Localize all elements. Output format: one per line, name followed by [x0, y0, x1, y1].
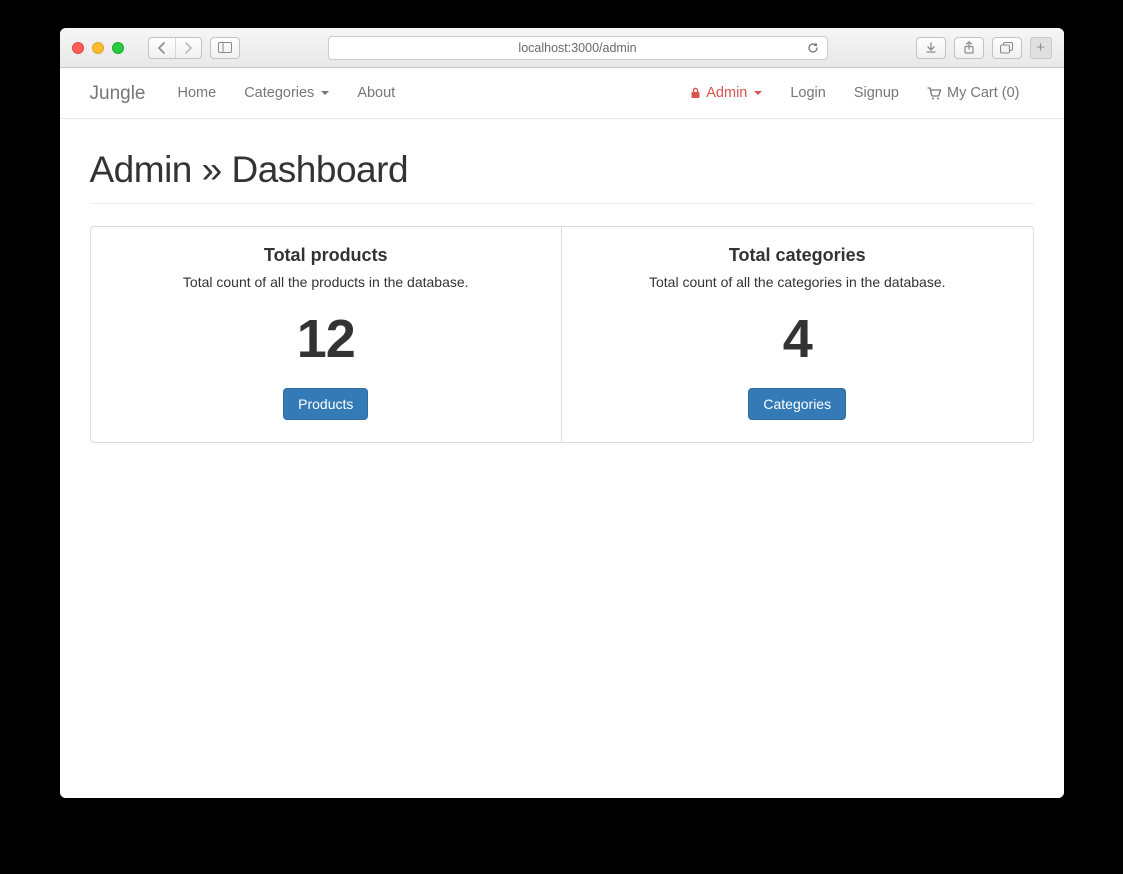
close-window-button[interactable] [72, 42, 84, 54]
back-button[interactable] [149, 38, 175, 58]
card-products-description: Total count of all the products in the d… [111, 274, 542, 290]
nav-admin-label: Admin [706, 85, 747, 101]
card-products-value: 12 [111, 308, 542, 370]
card-categories-description: Total count of all the categories in the… [582, 274, 1013, 290]
app-navbar: Jungle Home Categories About Admin [60, 68, 1064, 119]
page-content: Admin » Dashboard Total products Total c… [60, 119, 1064, 798]
nav-cart[interactable]: My Cart (0) [913, 68, 1034, 118]
nav-signup-label: Signup [854, 85, 899, 101]
nav-history-group [148, 37, 202, 59]
nav-about[interactable]: About [343, 68, 409, 118]
nav-home-label: Home [178, 85, 217, 101]
lock-icon [690, 87, 701, 99]
categories-button[interactable]: Categories [748, 388, 846, 420]
browser-window: localhost:3000/admin + Jungle Home [60, 28, 1064, 798]
brand-link[interactable]: Jungle [90, 84, 146, 103]
address-bar[interactable]: localhost:3000/admin [328, 36, 828, 60]
browser-chrome: localhost:3000/admin + [60, 28, 1064, 68]
window-controls [72, 42, 124, 54]
card-products-title: Total products [111, 245, 542, 266]
chevron-down-icon [321, 91, 329, 95]
chevron-down-icon [754, 91, 762, 95]
nav-left: Home Categories About [164, 68, 410, 118]
nav-signup[interactable]: Signup [840, 68, 913, 118]
share-button[interactable] [954, 37, 984, 59]
card-categories-title: Total categories [582, 245, 1013, 266]
nav-right: Admin Login Signup My Cart (0) [676, 68, 1033, 118]
chrome-right-controls: + [916, 37, 1052, 59]
sidebar-toggle-button[interactable] [210, 37, 240, 59]
url-text: localhost:3000/admin [518, 41, 636, 55]
reload-button[interactable] [807, 42, 819, 54]
card-categories-value: 4 [582, 308, 1013, 370]
nav-admin[interactable]: Admin [676, 68, 776, 118]
nav-categories[interactable]: Categories [230, 68, 343, 118]
nav-login-label: Login [790, 85, 825, 101]
nav-about-label: About [357, 85, 395, 101]
cart-icon [927, 87, 942, 100]
nav-login[interactable]: Login [776, 68, 839, 118]
page-title: Admin » Dashboard [90, 149, 1034, 204]
nav-categories-label: Categories [244, 85, 314, 101]
nav-cart-label: My Cart (0) [947, 85, 1020, 101]
nav-home[interactable]: Home [164, 68, 231, 118]
forward-button[interactable] [175, 38, 201, 58]
tabs-button[interactable] [992, 37, 1022, 59]
new-tab-button[interactable]: + [1030, 37, 1052, 59]
minimize-window-button[interactable] [92, 42, 104, 54]
products-button[interactable]: Products [283, 388, 368, 420]
dashboard-cards: Total products Total count of all the pr… [90, 226, 1034, 443]
fullscreen-window-button[interactable] [112, 42, 124, 54]
card-products: Total products Total count of all the pr… [91, 227, 562, 442]
card-categories: Total categories Total count of all the … [561, 227, 1033, 442]
downloads-button[interactable] [916, 37, 946, 59]
